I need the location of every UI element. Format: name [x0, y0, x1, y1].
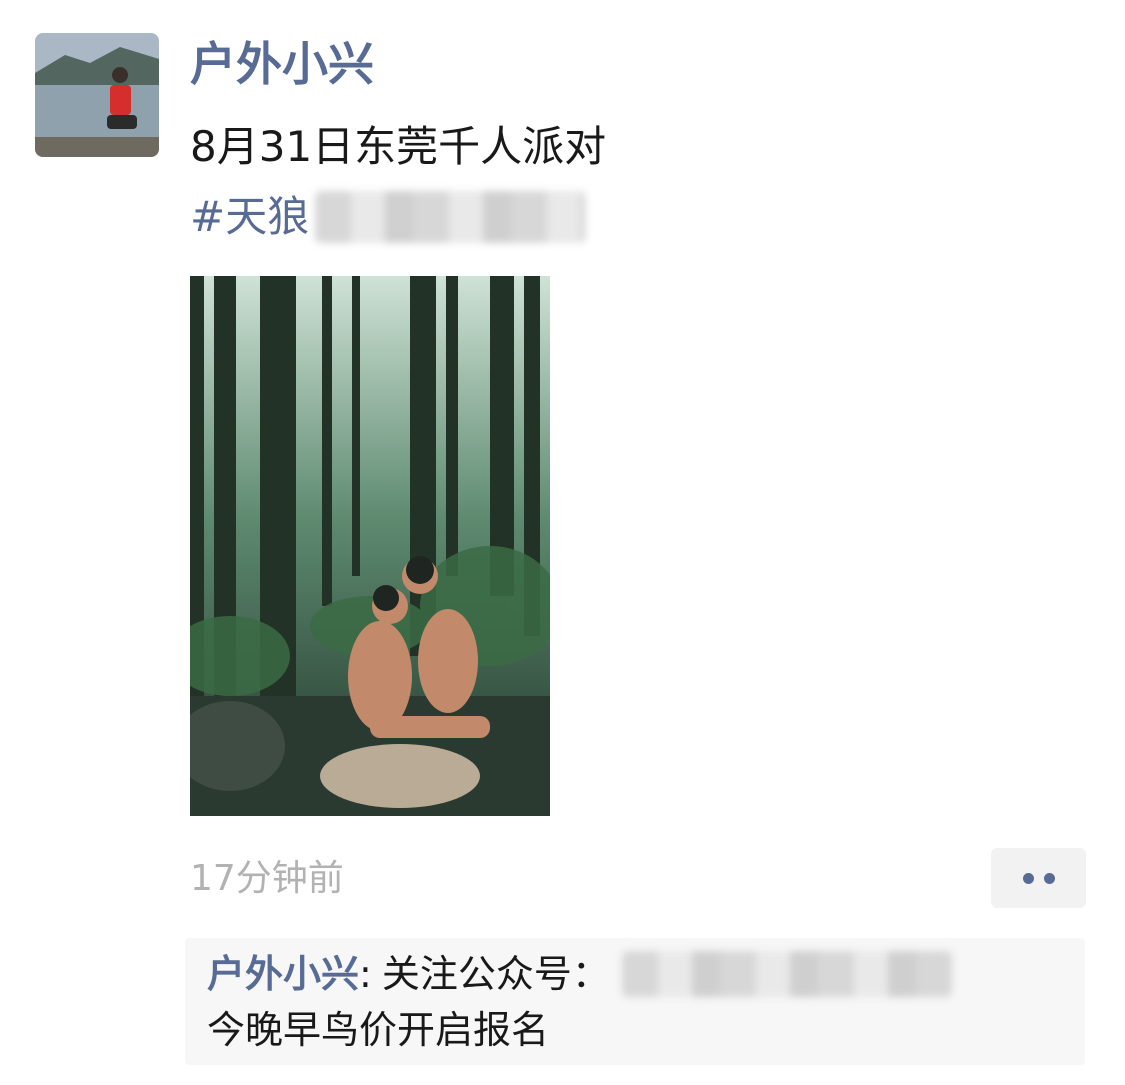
comment-author[interactable]: 户外小兴 [207, 946, 359, 1002]
comment-line-2: 今晚早鸟价开启报名 [207, 1008, 550, 1052]
hashtag-line: #天狼 [190, 182, 606, 252]
post-author-name[interactable]: 户外小兴 [190, 32, 374, 96]
post-content: 8月31日东莞千人派对 #天狼 [190, 112, 606, 252]
comment-line-1: 户外小兴 : 关注公众号： [207, 946, 1063, 1002]
pixelated-redaction [315, 191, 586, 243]
post-hashtag[interactable]: #天狼 [190, 182, 309, 252]
pixelated-redaction [621, 951, 952, 997]
post-timestamp: 17分钟前 [190, 858, 344, 899]
comment-section: 户外小兴 : 关注公众号： 今晚早鸟价开启报名 [185, 938, 1085, 1065]
comment-separator: : [359, 952, 372, 996]
post-photo[interactable] [190, 276, 550, 816]
forest-photo-image [190, 276, 550, 816]
moments-post: 户外小兴 8月31日东莞千人派对 #天狼 17分钟前 户外小兴: 关注公众号：… [0, 0, 1125, 1085]
post-text: 8月31日东莞千人派对 [190, 122, 607, 171]
more-dots-icon [1043, 872, 1055, 884]
comment-text-start: 关注公众号： [381, 952, 610, 996]
avatar-image [35, 33, 159, 157]
author-avatar[interactable] [35, 33, 159, 157]
more-dots-icon [1022, 872, 1034, 884]
more-actions-button[interactable] [991, 848, 1086, 908]
